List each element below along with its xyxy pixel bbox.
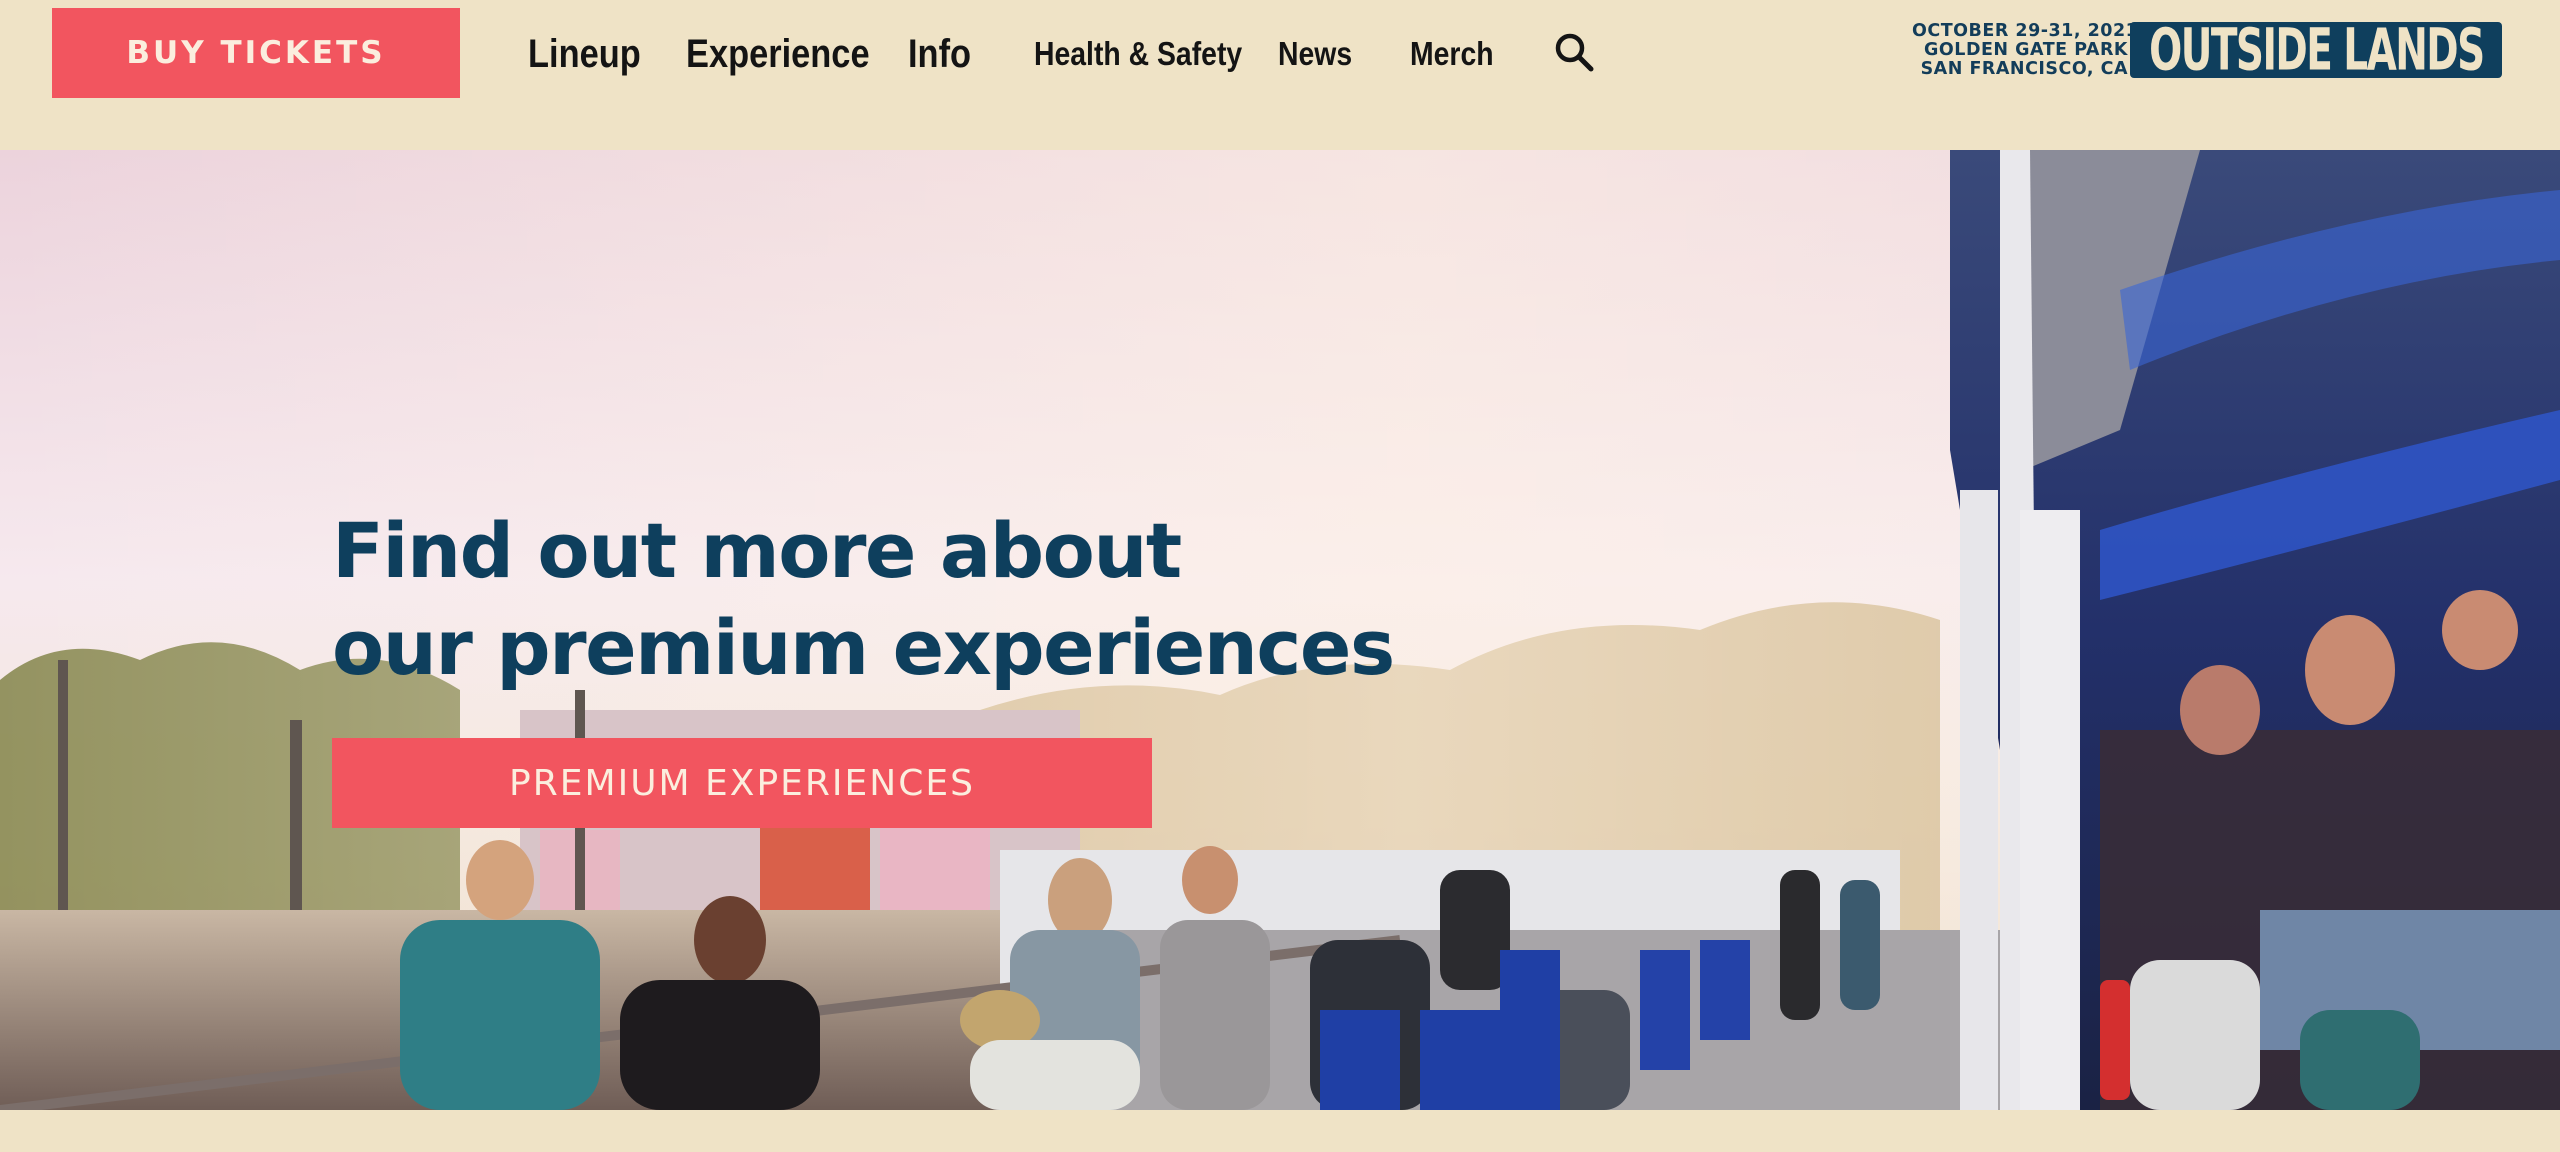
nav-item-lineup[interactable]: Lineup <box>528 28 641 80</box>
nav-item-merch[interactable]: Merch <box>1410 28 1494 80</box>
hero-headline-line1: Find out more about <box>332 506 1182 595</box>
nav-item-experience[interactable]: Experience <box>686 28 870 80</box>
nav-item-news[interactable]: News <box>1278 28 1352 80</box>
site-header: BUY TICKETS Lineup Experience Info Healt… <box>0 0 2560 150</box>
search-icon[interactable] <box>1552 30 1596 74</box>
nav-item-info[interactable]: Info <box>908 28 971 80</box>
festival-info: OCTOBER 29-31, 2021 GOLDEN GATE PARK SAN… <box>1912 21 2139 79</box>
hero-headline: Find out more about our premium experien… <box>332 502 1395 696</box>
page-bottom-strip <box>0 1110 2560 1152</box>
premium-experiences-button[interactable]: PREMIUM EXPERIENCES <box>332 738 1152 828</box>
festival-dates: OCTOBER 29-31, 2021 <box>1912 21 2139 41</box>
logo-text: OUTSIDE LANDS <box>2148 22 2485 78</box>
outside-lands-logo[interactable]: OUTSIDE LANDS <box>2130 22 2502 78</box>
festival-city: SAN FRANCISCO, CA <box>1920 59 2128 79</box>
nav-item-health-safety[interactable]: Health & Safety <box>1034 28 1242 80</box>
hero-headline-line2: our premium experiences <box>332 603 1395 692</box>
buy-tickets-button[interactable]: BUY TICKETS <box>52 8 460 98</box>
festival-venue: GOLDEN GATE PARK <box>1924 40 2128 60</box>
hero-section: Find out more about our premium experien… <box>0 150 2560 1110</box>
